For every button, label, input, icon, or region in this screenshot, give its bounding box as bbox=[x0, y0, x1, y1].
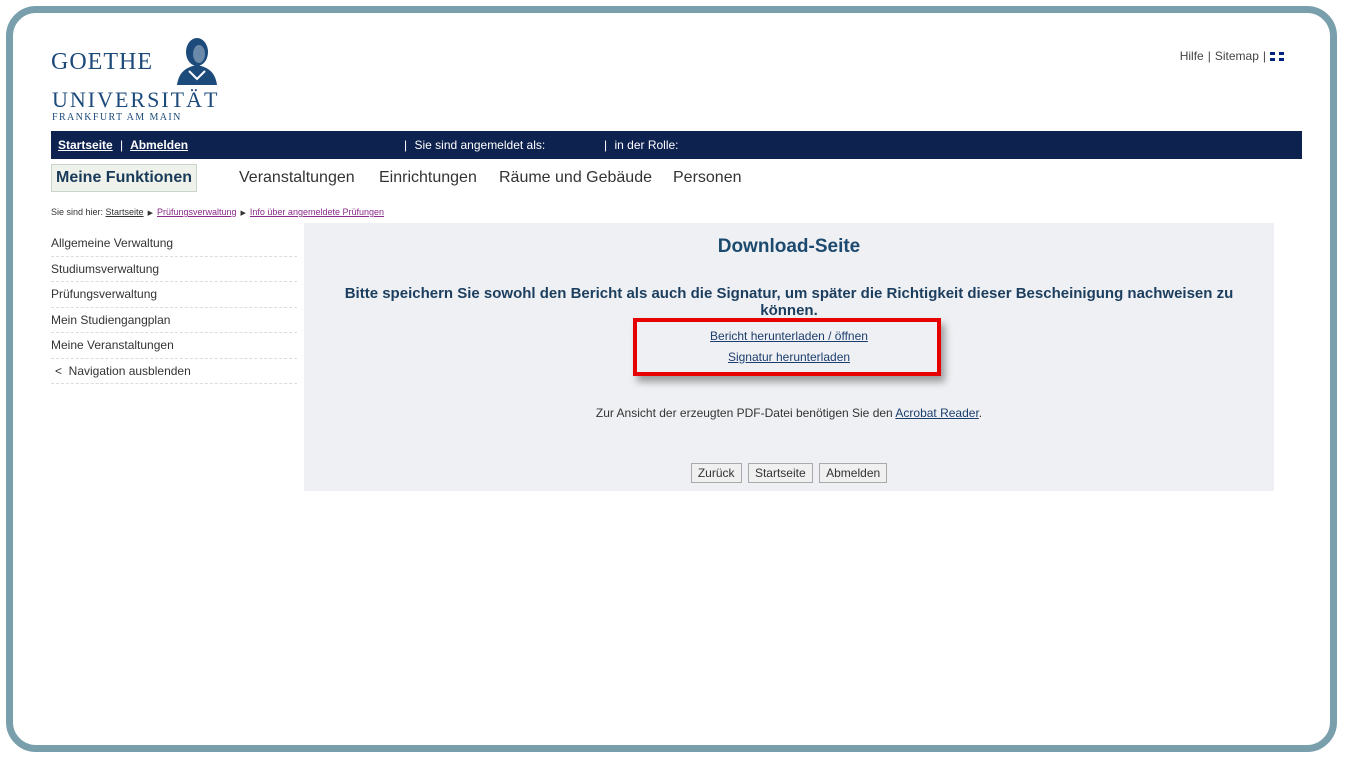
pdf-info-text: Zur Ansicht der erzeugten PDF-Datei benö… bbox=[595, 406, 893, 420]
page-title: Download-Seite bbox=[717, 236, 861, 257]
acrobat-reader-link[interactable]: Acrobat Reader bbox=[895, 406, 978, 420]
separator: | bbox=[604, 138, 608, 152]
separator: | bbox=[120, 138, 124, 152]
side-navigation: Allgemeine Verwaltung Studiumsverwaltung… bbox=[51, 231, 297, 384]
sidebar-item-meine-veranstaltungen[interactable]: Meine Veranstaltungen bbox=[51, 333, 297, 359]
top-links: Hilfe | Sitemap | bbox=[1180, 49, 1284, 63]
sidebar-item-navigation-ausblenden[interactable]: < Navigation ausblenden bbox=[51, 359, 297, 384]
logout-button[interactable]: Abmelden bbox=[819, 463, 888, 483]
action-buttons: Zurück Startseite Abmelden bbox=[304, 463, 1274, 483]
pdf-info: Zur Ansicht der erzeugten PDF-Datei benö… bbox=[304, 406, 1274, 420]
breadcrumb-startseite[interactable]: Startseite bbox=[106, 207, 144, 217]
top-navbar: Startseite | Abmelden | Sie sind angemel… bbox=[51, 131, 1302, 159]
uk-flag-icon[interactable] bbox=[1270, 52, 1284, 62]
goethe-portrait-icon bbox=[177, 38, 217, 85]
breadcrumb-info-pruefungen[interactable]: Info über angemeldete Prüfungen bbox=[250, 207, 384, 217]
menu-veranstaltungen[interactable]: Veranstaltungen bbox=[239, 169, 355, 187]
home-button[interactable]: Startseite bbox=[747, 463, 813, 483]
logo-universitat: UNIVERSITÄT bbox=[52, 87, 220, 112]
breadcrumb-arrow-icon: ▶ bbox=[240, 210, 246, 217]
logo-city: FRANKFURT AM MAIN bbox=[52, 112, 182, 123]
separator: | bbox=[1207, 49, 1211, 63]
role: | in der Rolle: bbox=[604, 138, 679, 152]
menu-raeume-und-gebaeude[interactable]: Räume und Gebäude bbox=[499, 169, 652, 187]
breadcrumb-prefix: Sie sind hier: bbox=[51, 207, 104, 217]
pdf-info-suffix: . bbox=[978, 406, 983, 420]
breadcrumb-arrow-icon: ▶ bbox=[147, 210, 153, 217]
logged-in-as: | Sie sind angemeldet als: bbox=[404, 138, 545, 152]
menu-meine-funktionen[interactable]: Meine Funktionen bbox=[51, 164, 197, 192]
separator: | bbox=[404, 138, 408, 152]
home-link[interactable]: Startseite bbox=[58, 138, 113, 152]
sidebar-item-pruefungsverwaltung[interactable]: Prüfungsverwaltung bbox=[51, 282, 297, 308]
role-label: in der Rolle: bbox=[614, 138, 679, 152]
sitemap-link[interactable]: Sitemap bbox=[1215, 49, 1259, 63]
logout-link[interactable]: Abmelden bbox=[130, 138, 188, 152]
save-instruction: Bitte speichern Sie sowohl den Bericht a… bbox=[344, 285, 1234, 319]
sidebar-item-studiumsverwaltung[interactable]: Studiumsverwaltung bbox=[51, 257, 297, 282]
breadcrumb-pruefungsverwaltung[interactable]: Prüfungsverwaltung bbox=[157, 207, 237, 217]
menu-personen[interactable]: Personen bbox=[673, 169, 742, 187]
home-link-label: Startseite bbox=[58, 138, 113, 152]
navbar-links: Startseite | Abmelden bbox=[58, 138, 188, 152]
logout-link-label: Abmelden bbox=[130, 138, 189, 152]
menu-einrichtungen[interactable]: Einrichtungen bbox=[379, 169, 477, 187]
logo-goethe: GOETHE bbox=[51, 49, 153, 75]
breadcrumb: Sie sind hier: Startseite ▶ Prüfungsverwal… bbox=[51, 207, 384, 217]
highlight-box bbox=[633, 318, 941, 376]
sidebar-item-studiengangplan[interactable]: Mein Studiengangplan bbox=[51, 308, 297, 333]
logged-in-as-label: Sie sind angemeldet als: bbox=[414, 138, 546, 152]
separator: | bbox=[1262, 49, 1266, 63]
university-logo[interactable]: GOETHE UNIVERSITÄT FRANKFURT AM MAIN bbox=[51, 35, 231, 131]
back-button[interactable]: Zurück bbox=[690, 463, 742, 483]
sidebar-item-allgemeine-verwaltung[interactable]: Allgemeine Verwaltung bbox=[51, 231, 297, 257]
help-link[interactable]: Hilfe bbox=[1180, 49, 1204, 63]
screenshot-frame: GOETHE UNIVERSITÄT FRANKFURT AM MAIN Hil… bbox=[6, 6, 1337, 752]
